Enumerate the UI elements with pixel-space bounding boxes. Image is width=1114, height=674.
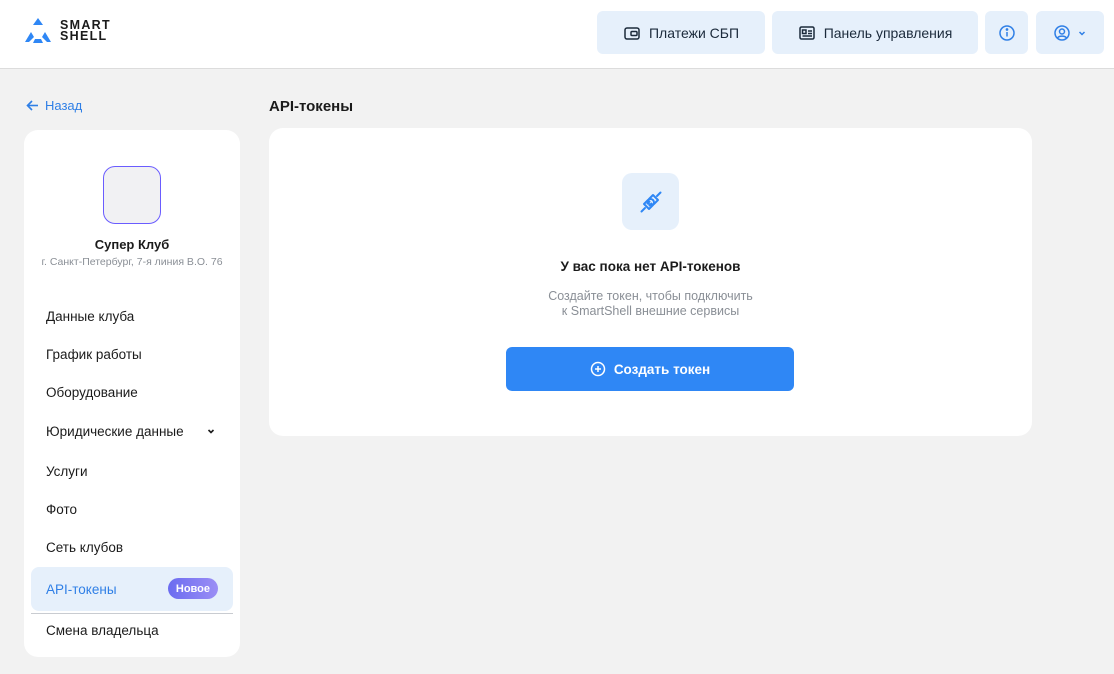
create-token-button[interactable]: Создать токен bbox=[506, 347, 794, 391]
club-address: г. Санкт-Петербург, 7-я линия В.О. 76 bbox=[41, 256, 223, 268]
sidebar-item-label: Услуги bbox=[46, 463, 88, 479]
smartshell-logo[interactable]: SMART SHELL bbox=[23, 16, 111, 46]
sidebar-item-label: Оборудование bbox=[46, 384, 138, 400]
info-button[interactable] bbox=[985, 11, 1028, 54]
plus-circle-icon bbox=[590, 361, 606, 377]
page-title: API-токены bbox=[269, 98, 354, 115]
club-avatar[interactable] bbox=[103, 166, 161, 224]
dashboard-icon bbox=[798, 25, 815, 40]
sidebar-item-club-network[interactable]: Сеть клубов bbox=[31, 528, 233, 566]
create-token-label: Создать токен bbox=[613, 361, 711, 377]
sidebar-item-label: Юридические данные bbox=[46, 423, 184, 439]
user-avatar-icon bbox=[1054, 24, 1070, 41]
settings-sidebar: Супер Клуб г. Санкт-Петербург, 7-я линия… bbox=[24, 130, 240, 657]
empty-state-subtitle-line1: Создайте токен, чтобы подключить bbox=[548, 289, 753, 303]
sidebar-item-schedule[interactable]: График работы bbox=[31, 335, 233, 373]
sidebar-item-label: Смена владельца bbox=[46, 622, 159, 638]
back-link[interactable]: Назад bbox=[25, 98, 82, 113]
chevron-down-icon bbox=[207, 429, 215, 434]
empty-state-icon-tile bbox=[622, 173, 679, 230]
sidebar-item-equipment[interactable]: Оборудование bbox=[31, 373, 233, 411]
user-menu-button[interactable] bbox=[1036, 11, 1104, 54]
sidebar-item-label: Данные клуба bbox=[46, 308, 135, 324]
logo-icon bbox=[25, 18, 51, 43]
top-header: SMART SHELL Платежи СБП Панель управлени… bbox=[0, 0, 1114, 69]
club-name: Супер Клуб bbox=[94, 237, 170, 252]
empty-state-subtitle: Создайте токен, чтобы подключить к Smart… bbox=[269, 289, 1032, 319]
sidebar-item-label: Сеть клубов bbox=[46, 539, 124, 555]
empty-state-subtitle-line2: к SmartShell внешние сервисы bbox=[561, 304, 740, 318]
sidebar-item-legal-data[interactable]: Юридические данные bbox=[31, 412, 233, 450]
sidebar-item-api-tokens[interactable]: API-токены Новое bbox=[31, 567, 233, 611]
empty-state-title: У вас пока нет API-токенов bbox=[560, 259, 741, 274]
back-label: Назад bbox=[45, 98, 83, 113]
sidebar-item-club-data[interactable]: Данные клуба bbox=[31, 297, 233, 335]
sidebar-item-owner-change[interactable]: Смена владельца bbox=[31, 611, 233, 649]
control-panel-button[interactable]: Панель управления bbox=[772, 11, 978, 54]
new-badge: Новое bbox=[167, 578, 218, 599]
sidebar-item-services[interactable]: Услуги bbox=[31, 452, 233, 490]
api-tokens-card: У вас пока нет API-токенов Создайте токе… bbox=[269, 128, 1032, 436]
sidebar-item-photo[interactable]: Фото bbox=[31, 490, 233, 528]
control-panel-label: Панель управления bbox=[823, 24, 953, 41]
info-icon bbox=[998, 24, 1015, 41]
sidebar-item-label: API-токены bbox=[46, 581, 117, 597]
sbp-payments-button[interactable]: Платежи СБП bbox=[597, 11, 765, 54]
wallet-icon bbox=[624, 26, 640, 40]
chevron-down-icon bbox=[1078, 30, 1086, 36]
plug-link-icon bbox=[640, 191, 661, 212]
logo-text: SMART SHELL bbox=[60, 18, 111, 43]
sidebar-item-label: Фото bbox=[46, 501, 78, 517]
sbp-payments-label: Платежи СБП bbox=[648, 24, 740, 41]
sidebar-item-label: График работы bbox=[46, 346, 142, 362]
arrow-left-icon bbox=[26, 100, 38, 111]
